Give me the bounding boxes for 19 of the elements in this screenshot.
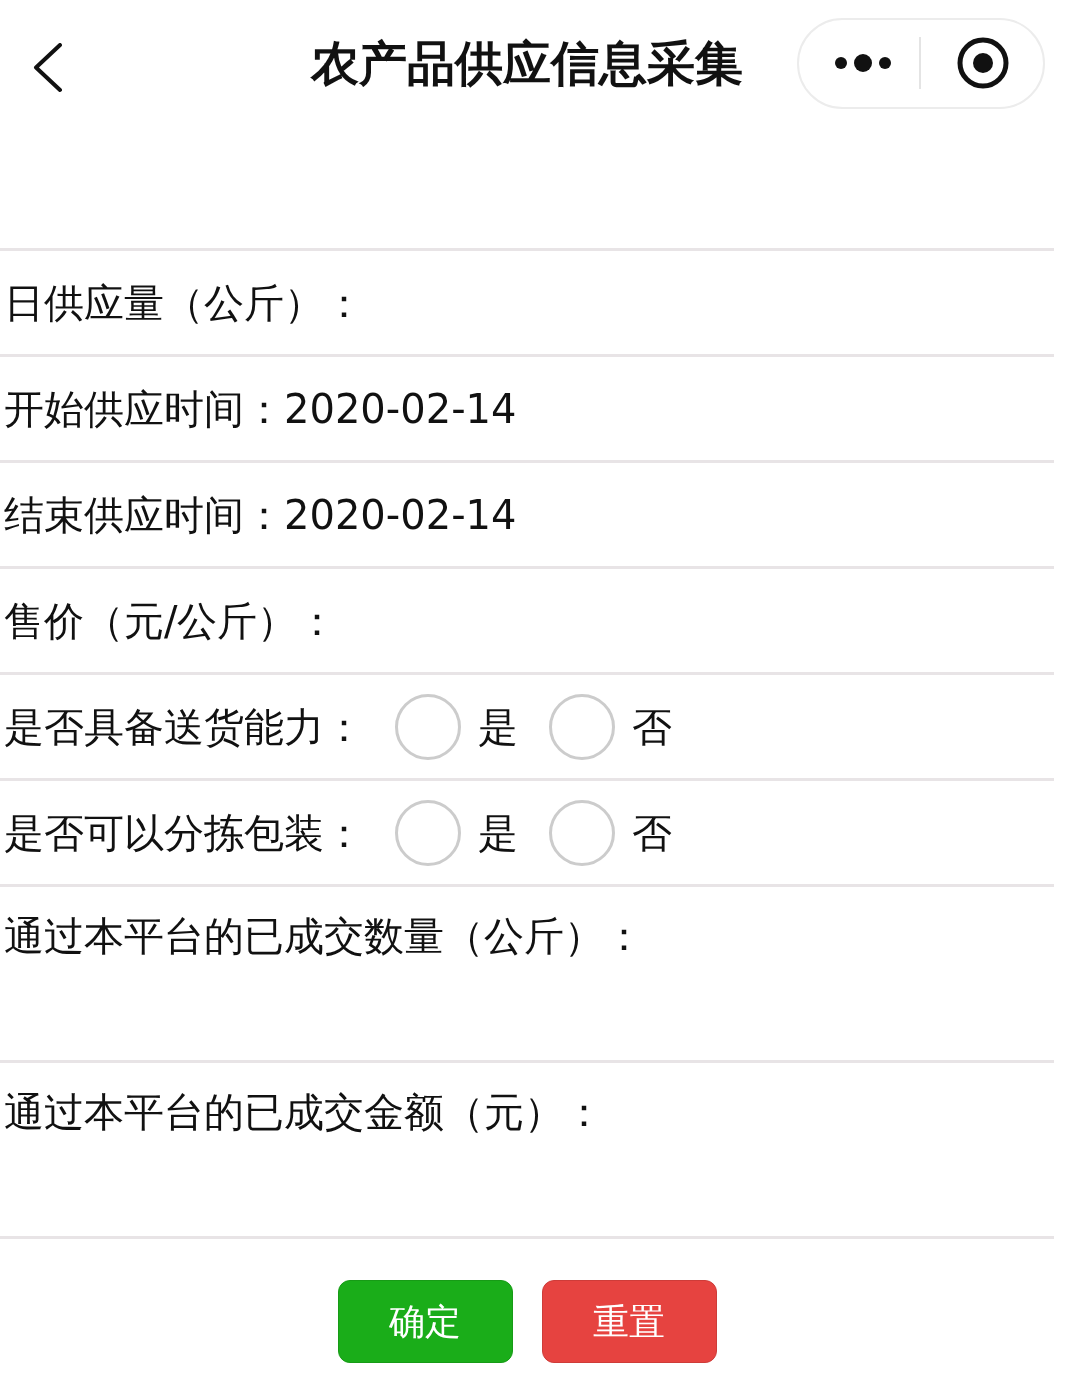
reset-button[interactable]: 重置 xyxy=(541,1280,717,1363)
field-label: 通过本平台的已成交金额（元）： xyxy=(4,1092,604,1132)
option-label: 是 xyxy=(478,812,518,853)
field-label: 是否具备送货能力： xyxy=(4,706,364,747)
field-label: 结束供应时间： xyxy=(4,494,284,535)
page-title: 农产品供应信息采集 xyxy=(311,39,743,87)
option-label: 是 xyxy=(478,706,518,747)
date-picker[interactable]: 2020-02-14 xyxy=(284,388,517,429)
circle-dot-icon[interactable] xyxy=(957,37,1009,89)
field-label: 开始供应时间： xyxy=(4,388,284,429)
field-label: 售价（元/公斤）： xyxy=(4,600,338,641)
date-picker[interactable]: 2020-02-14 xyxy=(284,494,517,535)
field-label: 是否可以分拣包装： xyxy=(4,812,364,853)
field-label: 通过本平台的已成交数量（公斤）： xyxy=(4,916,644,956)
option-label: 否 xyxy=(632,706,672,747)
field-label: 日供应量（公斤）： xyxy=(4,282,364,323)
option-label: 否 xyxy=(632,812,672,853)
more-icon[interactable] xyxy=(835,54,891,72)
back-icon[interactable] xyxy=(33,43,63,93)
